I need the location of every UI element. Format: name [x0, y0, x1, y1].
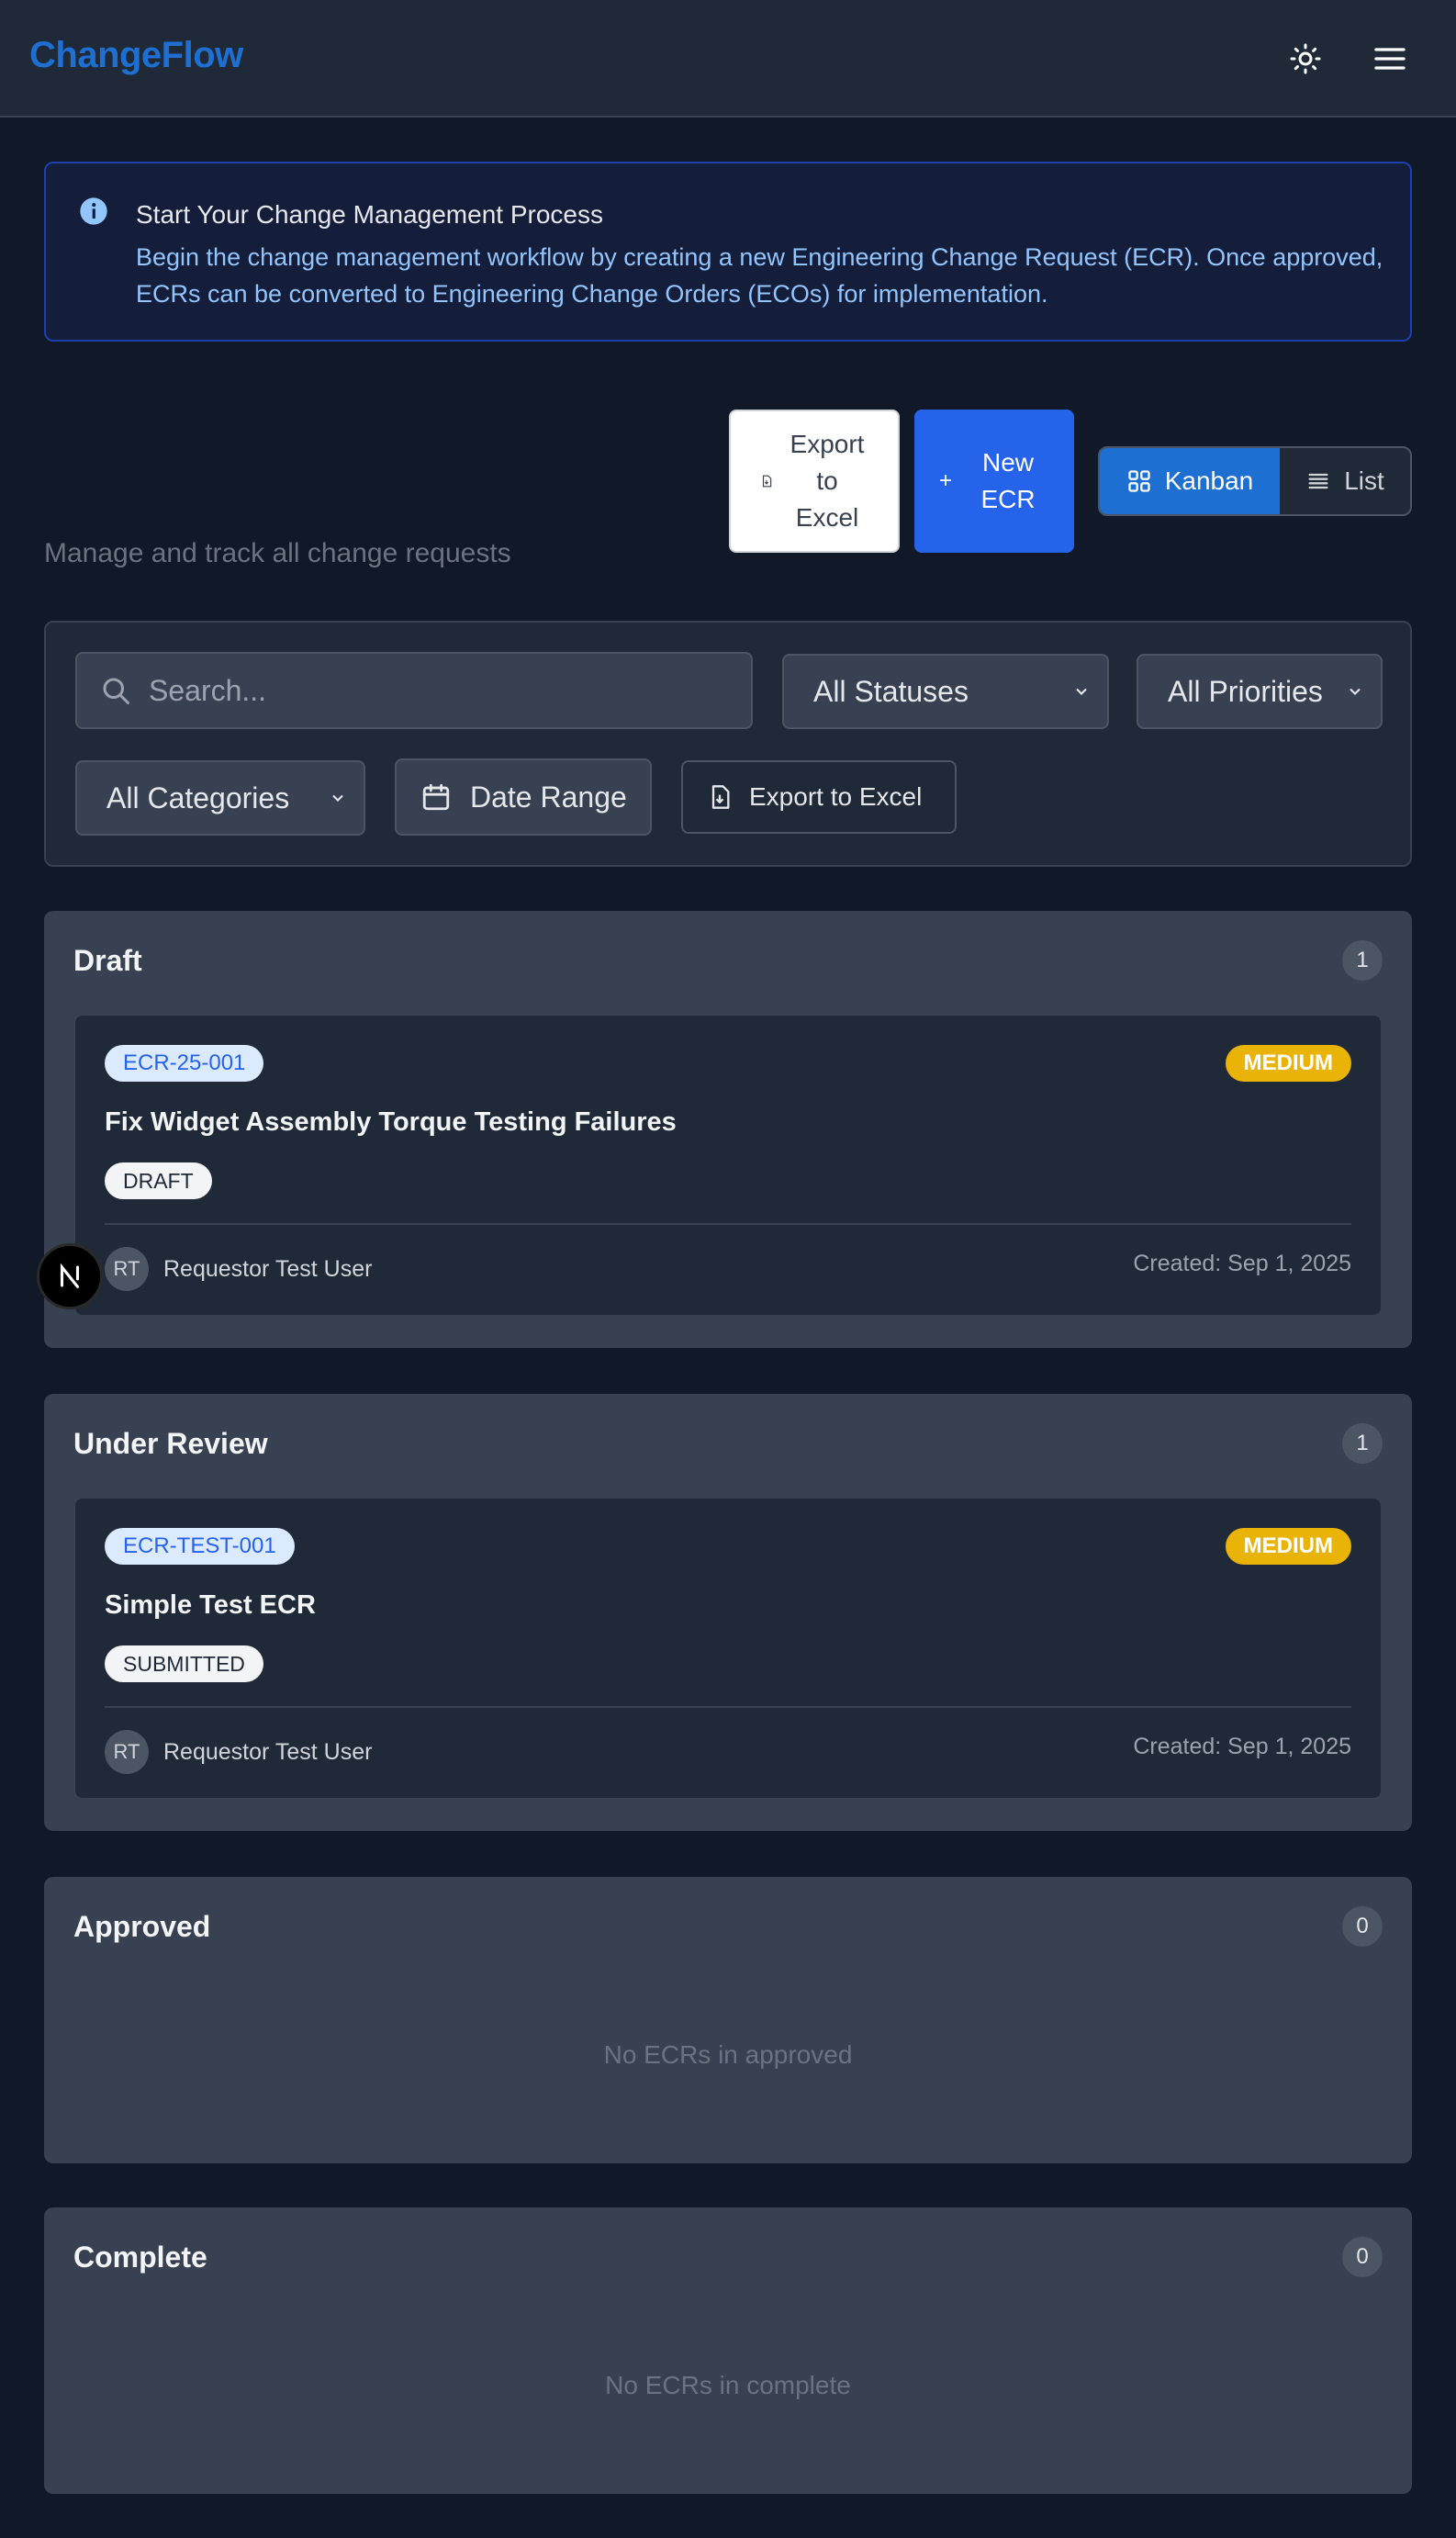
category-select-value: All Categories	[106, 780, 290, 814]
created-date: Created: Sep 1, 2025	[1133, 1251, 1351, 1276]
plus-icon: +	[938, 468, 952, 493]
created-date: Created: Sep 1, 2025	[1133, 1734, 1351, 1759]
kanban-column-under-review: Under Review 1 ECR-TEST-001 MEDIUM Simpl…	[44, 1394, 1412, 1831]
top-navbar: ChangeFlow	[0, 0, 1456, 118]
status-badge: DRAFT	[105, 1162, 212, 1199]
status-select[interactable]: All Statuses	[782, 654, 1109, 729]
column-title: Complete	[73, 2240, 207, 2274]
empty-column-text: No ECRs in approved	[603, 2040, 853, 2069]
hamburger-menu-icon	[1374, 48, 1406, 70]
grid-icon	[1128, 470, 1150, 492]
card-divider	[105, 1706, 1351, 1708]
search-icon	[103, 678, 129, 704]
priority-select-value: All Priorities	[1168, 674, 1323, 708]
new-ecr-button[interactable]: + New ECR	[914, 410, 1074, 553]
requestor-name: Requestor Test User	[163, 1739, 373, 1765]
empty-column-text: No ECRs in complete	[605, 2371, 851, 2399]
brand-logo[interactable]: ChangeFlow	[29, 35, 243, 76]
column-count-badge: 0	[1342, 2237, 1383, 2277]
column-title: Approved	[73, 1910, 211, 1943]
filter-export-excel-button[interactable]: Export to Excel	[681, 760, 957, 834]
kanban-view-button[interactable]: Kanban	[1100, 448, 1280, 514]
card-divider	[105, 1223, 1351, 1225]
column-title: Draft	[73, 944, 142, 977]
view-toggle: Kanban List	[1098, 446, 1412, 516]
banner-title: Start Your Change Management Process	[136, 200, 603, 229]
calendar-icon	[422, 783, 450, 811]
page-subtitle: Manage and track all change requests	[44, 538, 511, 568]
list-view-label: List	[1344, 466, 1384, 495]
priority-select[interactable]: All Priorities	[1137, 654, 1383, 729]
column-count-badge: 1	[1342, 1423, 1383, 1464]
sun-icon	[1290, 43, 1321, 74]
chevron-down-icon	[1076, 688, 1087, 695]
priority-badge: MEDIUM	[1225, 1045, 1351, 1082]
theme-toggle-button[interactable]	[1283, 37, 1327, 81]
nextjs-devtools-button[interactable]	[37, 1243, 103, 1309]
export-excel-button[interactable]: Export to Excel	[729, 410, 900, 553]
priority-badge: MEDIUM	[1225, 1528, 1351, 1565]
file-download-icon	[711, 785, 730, 809]
chevron-down-icon	[332, 794, 343, 802]
column-count-badge: 1	[1342, 940, 1383, 981]
export-excel-label: Export to Excel	[790, 430, 865, 532]
list-icon	[1308, 473, 1328, 489]
filter-panel: Search... All Statuses All Priorities Al…	[44, 621, 1412, 867]
menu-button[interactable]	[1368, 37, 1412, 81]
filter-export-excel-label: Export to Excel	[749, 782, 923, 811]
new-ecr-label: New ECR	[980, 448, 1036, 513]
nextjs-logo-icon	[60, 1263, 80, 1288]
ecr-card-title: Simple Test ECR	[105, 1590, 316, 1620]
column-count-badge: 0	[1342, 1906, 1383, 1947]
date-range-button[interactable]: Date Range	[395, 758, 652, 836]
kanban-column-complete: Complete 0 No ECRs in complete	[44, 2207, 1412, 2494]
ecr-id-badge: ECR-25-001	[105, 1045, 264, 1082]
search-input[interactable]: Search...	[75, 652, 753, 729]
avatar: RT	[105, 1730, 149, 1774]
avatar: RT	[105, 1247, 149, 1291]
info-icon	[80, 197, 107, 225]
status-badge: SUBMITTED	[105, 1645, 263, 1682]
ecr-card[interactable]: ECR-25-001 MEDIUM Fix Widget Assembly To…	[73, 1014, 1383, 1317]
ecr-card[interactable]: ECR-TEST-001 MEDIUM Simple Test ECR SUBM…	[73, 1497, 1383, 1800]
banner-text: Begin the change management workflow by …	[136, 243, 1383, 308]
kanban-view-label: Kanban	[1164, 466, 1254, 495]
search-placeholder: Search...	[149, 673, 267, 707]
ecr-card-title: Fix Widget Assembly Torque Testing Failu…	[105, 1107, 677, 1137]
kanban-column-draft: Draft 1 ECR-25-001 MEDIUM Fix Widget Ass…	[44, 911, 1412, 1348]
file-export-icon	[762, 475, 772, 488]
info-banner: Start Your Change Management Process Beg…	[44, 162, 1412, 342]
list-view-button[interactable]: List	[1280, 448, 1410, 514]
status-select-value: All Statuses	[813, 674, 969, 708]
date-range-label: Date Range	[470, 780, 627, 814]
requestor-name: Requestor Test User	[163, 1256, 373, 1282]
column-title: Under Review	[73, 1427, 268, 1460]
chevron-down-icon	[1350, 688, 1361, 695]
kanban-column-approved: Approved 0 No ECRs in approved	[44, 1877, 1412, 2163]
category-select[interactable]: All Categories	[75, 760, 365, 836]
ecr-id-badge: ECR-TEST-001	[105, 1528, 295, 1565]
